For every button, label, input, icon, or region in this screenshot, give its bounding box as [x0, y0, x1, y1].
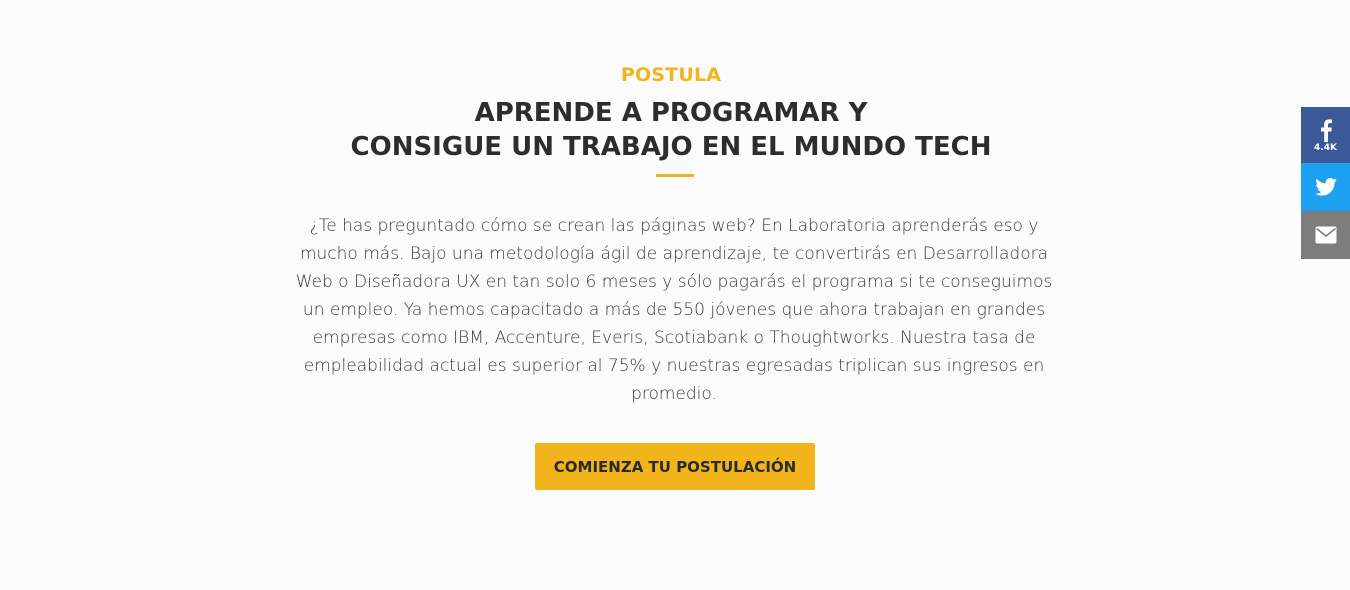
twitter-share-button[interactable] [1301, 163, 1350, 211]
headline-line-2: CONSIGUE UN TRABAJO EN EL MUNDO TECH [350, 132, 992, 162]
envelope-icon [1315, 226, 1336, 244]
section-description: ¿Te has preguntado cómo se crean las pág… [295, 216, 1053, 404]
accent-divider [656, 174, 694, 177]
email-share-button[interactable] [1301, 211, 1350, 259]
start-application-button[interactable]: COMIENZA TU POSTULACIÓN [535, 443, 815, 490]
apply-section: POSTULA APRENDE A PROGRAMAR Y CONSIGUE U… [0, 0, 1350, 590]
twitter-icon [1314, 178, 1337, 196]
facebook-icon [1320, 118, 1332, 142]
headline-line-1: APRENDE A PROGRAMAR Y [474, 98, 868, 128]
facebook-share-count: 4.4K [1314, 142, 1337, 153]
section-eyebrow: POSTULA [620, 64, 722, 86]
social-share-bar: 4.4K [1301, 107, 1350, 259]
facebook-share-button[interactable]: 4.4K [1301, 107, 1350, 163]
section-headline: APRENDE A PROGRAMAR Y CONSIGUE UN TRABAJ… [0, 96, 1342, 164]
